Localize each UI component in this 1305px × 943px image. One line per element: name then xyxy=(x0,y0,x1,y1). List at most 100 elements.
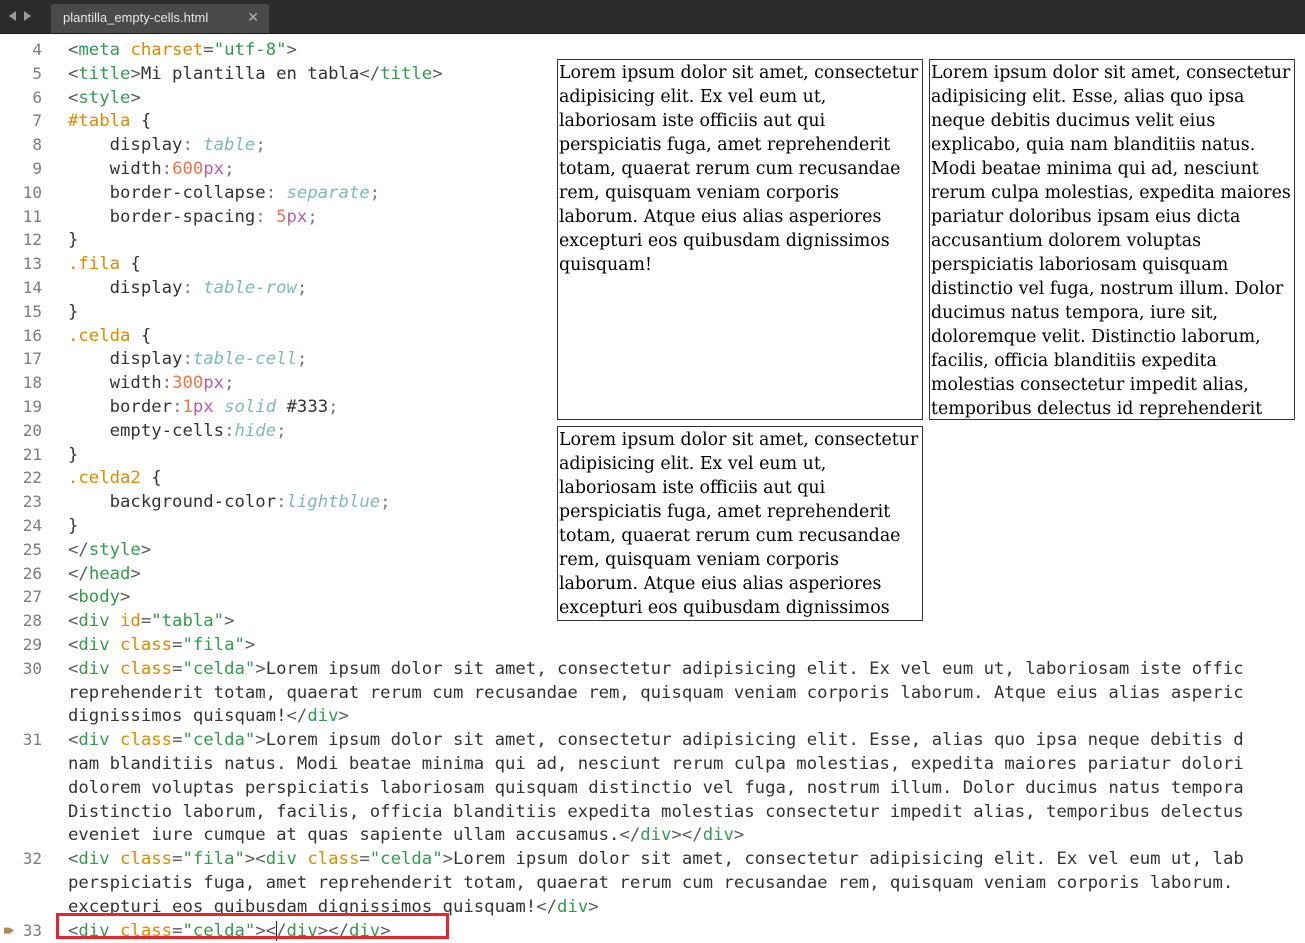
code-text: <body> xyxy=(68,585,130,609)
code-token: > xyxy=(120,587,131,608)
line-number: 22 xyxy=(22,468,42,488)
code-token: px xyxy=(192,397,214,417)
code-token: dignissimos quisquam! xyxy=(68,706,287,727)
code-token: : xyxy=(224,420,235,441)
code-token: ; xyxy=(224,159,235,179)
close-icon[interactable]: ✕ xyxy=(247,9,259,26)
code-token: 5 xyxy=(276,206,287,227)
line-number: 19 xyxy=(22,397,42,416)
code-token: ></ xyxy=(671,825,703,846)
preview-cell-1: Lorem ipsum dolor sit amet, consectetur … xyxy=(557,59,923,420)
code-line: Distinctio laborum, facilis, officia bla… xyxy=(0,800,1305,824)
code-token: display xyxy=(109,349,183,370)
code-text: display:table-cell; xyxy=(68,347,308,371)
code-text: nam blanditiis natus. Modi beatae minima… xyxy=(68,752,1244,776)
code-token: "fila" xyxy=(182,849,245,870)
line-number: 12 xyxy=(22,230,42,250)
code-token: >< xyxy=(244,849,266,870)
code-token: reprehenderit totam, quaerat rerum cum r… xyxy=(68,682,1244,703)
code-token: ; xyxy=(224,373,235,394)
code-text: <div class="fila"> xyxy=(68,633,255,657)
code-token: Distinctio laborum, facilis, officia bla… xyxy=(68,801,1244,822)
code-token: table xyxy=(203,135,256,156)
code-token: : xyxy=(276,492,287,513)
code-text: .celda2 { xyxy=(68,466,162,490)
code-token: div xyxy=(78,611,110,632)
code-token: = xyxy=(359,849,370,870)
code-token: } xyxy=(68,516,79,536)
code-token: class xyxy=(120,849,173,870)
chevron-right-icon[interactable] xyxy=(24,11,31,21)
code-token: < xyxy=(68,658,79,679)
code-text: reprehenderit totam, quaerat rerum cum r… xyxy=(68,681,1244,705)
line-number: 21 xyxy=(22,444,42,464)
code-token: </ xyxy=(619,825,641,846)
tab-active-file[interactable]: plantilla_empty-cells.html ✕ xyxy=(51,4,269,33)
line-number: 32 xyxy=(22,849,42,869)
code-token: lightblue xyxy=(286,492,381,513)
code-token: width xyxy=(109,159,162,179)
code-token: .celda xyxy=(68,325,131,346)
code-token: = xyxy=(172,635,183,655)
code-token: </ xyxy=(68,563,89,584)
code-token: perspiciatis fuga, amet reprehenderit to… xyxy=(68,873,1244,893)
code-token: id xyxy=(120,611,141,632)
chevron-left-icon[interactable] xyxy=(9,11,16,21)
code-text: <title>Mi plantilla en tabla</title> xyxy=(68,62,443,86)
code-token: #tabla xyxy=(68,111,131,132)
line-number: 29 xyxy=(22,635,42,654)
code-line: perspiciatis fuga, amet reprehenderit to… xyxy=(0,871,1305,895)
code-token: > xyxy=(286,40,297,60)
code-token: eveniet iure cumque at quas sapiente ull… xyxy=(68,825,620,846)
line-number: 30 xyxy=(22,658,42,678)
line-number: 24 xyxy=(22,516,42,535)
code-token: ; xyxy=(255,135,266,156)
code-token: div xyxy=(640,825,672,846)
code-token: < xyxy=(68,587,79,608)
code-text: <div class="celda">Lorem ipsum dolor sit… xyxy=(68,728,1244,752)
code-token: > xyxy=(255,658,266,679)
code-token: empty-cells xyxy=(109,420,225,441)
code-text: } xyxy=(68,443,78,467)
code-line: 30 <div class="celda">Lorem ipsum dolor s… xyxy=(0,657,1305,681)
code-token: nam blanditiis natus. Modi beatae minima… xyxy=(68,754,1244,774)
line-number: 13 xyxy=(22,254,42,274)
code-token: </ xyxy=(536,896,558,917)
code-token: Lorem ipsum dolor sit amet, consectetur … xyxy=(265,730,1244,751)
code-token: < xyxy=(68,849,79,870)
code-token: { xyxy=(140,468,162,489)
code-token: #333 xyxy=(276,397,329,417)
code-line: dignissimos quisquam!</div> xyxy=(0,704,1305,728)
code-token: meta xyxy=(78,40,121,60)
code-token: : xyxy=(255,206,277,227)
code-token: > xyxy=(130,87,141,108)
code-token: .celda2 xyxy=(68,468,141,489)
tab-bar: plantilla_empty-cells.html ✕ xyxy=(0,0,1305,34)
code-token: > xyxy=(255,730,266,751)
code-token: class xyxy=(120,730,173,751)
code-token: hide xyxy=(234,420,277,441)
code-text: } xyxy=(68,300,78,324)
code-text: empty-cells:hide; xyxy=(68,419,287,443)
code-token: = xyxy=(172,849,183,870)
code-text: width:300px; xyxy=(68,371,235,395)
code-token: head xyxy=(88,563,131,584)
code-token: "tabla" xyxy=(151,611,225,632)
code-token: < xyxy=(68,63,79,84)
code-token: : xyxy=(182,135,204,156)
code-text: </head> xyxy=(68,562,141,586)
code-text: <style> xyxy=(68,86,141,110)
line-number: 4 xyxy=(32,40,42,59)
code-token: < xyxy=(68,611,79,632)
code-token: border xyxy=(109,397,173,417)
code-token: > xyxy=(140,539,152,560)
code-line: nam blanditiis natus. Modi beatae minima… xyxy=(0,752,1305,776)
code-token: solid xyxy=(213,397,277,417)
code-token: </ xyxy=(286,706,308,727)
